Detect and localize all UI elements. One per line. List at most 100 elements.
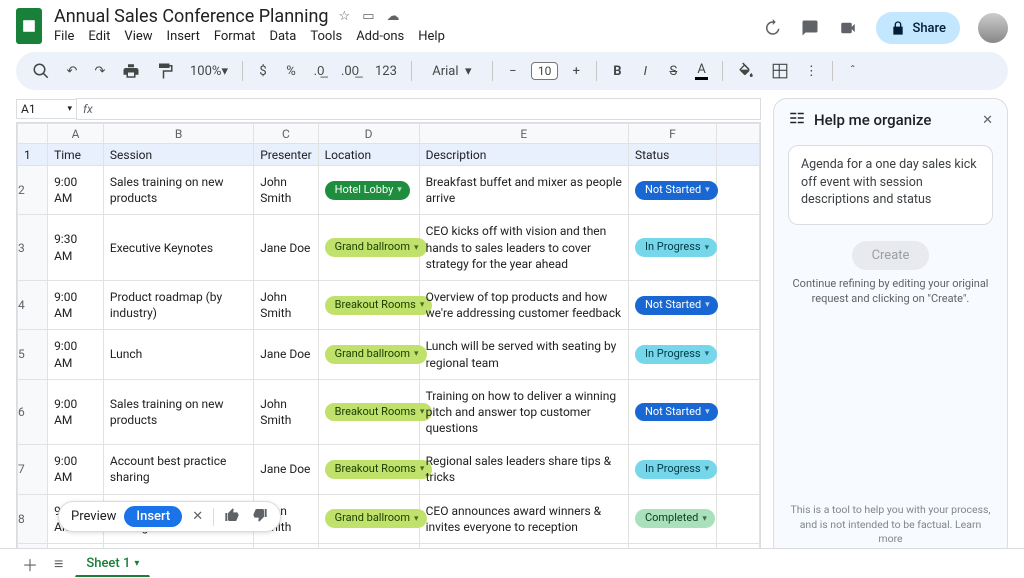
account-avatar[interactable]	[978, 13, 1008, 43]
header-presenter[interactable]: Presenter	[254, 144, 318, 166]
location-chip[interactable]: Grand ballroom▾	[325, 238, 427, 257]
font-family-select[interactable]: Arial ▾	[422, 60, 482, 83]
row-header[interactable]: 3	[18, 215, 48, 281]
cell-time[interactable]: 9:00 AM	[48, 445, 104, 494]
row-header[interactable]: 8	[18, 494, 48, 543]
row-header[interactable]: 1	[18, 144, 48, 166]
cell-status[interactable]: Completed▾	[628, 494, 716, 543]
col-header-E[interactable]: E	[419, 124, 628, 144]
cell-presenter[interactable]: John Smith	[254, 379, 318, 445]
location-chip[interactable]: Hotel Lobby▾	[325, 181, 410, 200]
status-chip[interactable]: Completed▾	[635, 509, 715, 528]
close-sidebar-icon[interactable]: ✕	[982, 113, 993, 128]
prompt-input[interactable]: Agenda for a one day sales kick off even…	[788, 145, 993, 225]
location-chip[interactable]: Grand ballroom▾	[325, 509, 427, 528]
sheet-tab-1[interactable]: Sheet 1▾	[75, 551, 150, 577]
search-icon[interactable]	[28, 58, 54, 84]
text-color-icon[interactable]: A	[691, 58, 711, 84]
select-all-cell[interactable]	[18, 124, 48, 144]
row-header[interactable]: 2	[18, 166, 48, 215]
increase-font-icon[interactable]: +	[566, 60, 586, 83]
add-sheet-icon[interactable]: ＋	[18, 552, 42, 576]
status-chip[interactable]: In Progress▾	[635, 460, 717, 479]
cell-presenter[interactable]: John Smith	[254, 280, 318, 329]
percent-icon[interactable]: %	[281, 60, 301, 83]
cell-location[interactable]: Breakout Rooms▾	[318, 379, 419, 445]
menu-view[interactable]: View	[124, 29, 152, 44]
row-header[interactable]: 7	[18, 445, 48, 494]
paint-format-icon[interactable]	[152, 58, 178, 84]
cell-location[interactable]: Breakout Rooms▾	[318, 445, 419, 494]
all-sheets-icon[interactable]: ≡	[50, 554, 67, 574]
cell-presenter[interactable]: Jane Doe	[254, 330, 318, 379]
cell-status[interactable]: Not Started▾	[628, 166, 716, 215]
cell-session[interactable]: Executive Keynotes	[103, 215, 253, 281]
menu-edit[interactable]: Edit	[88, 29, 110, 44]
row-header[interactable]: 4	[18, 280, 48, 329]
col-header-C[interactable]: C	[254, 124, 318, 144]
italic-icon[interactable]: I	[635, 60, 655, 83]
cell-presenter[interactable]: Jane Doe	[254, 445, 318, 494]
cell-time[interactable]: 9:00 AM	[48, 330, 104, 379]
cell-status[interactable]: In Progress▾	[628, 445, 716, 494]
share-button[interactable]: Share	[876, 12, 960, 44]
row-header[interactable]: 6	[18, 379, 48, 445]
star-icon[interactable]: ☆	[339, 9, 351, 24]
menu-tools[interactable]: Tools	[310, 29, 342, 44]
header-location[interactable]: Location	[318, 144, 419, 166]
status-chip[interactable]: In Progress▾	[635, 345, 717, 364]
strikethrough-icon[interactable]: S	[663, 60, 683, 83]
status-chip[interactable]: In Progress▾	[635, 238, 717, 257]
formula-bar[interactable]: fx	[76, 98, 761, 120]
row-header[interactable]: 5	[18, 330, 48, 379]
cell-session[interactable]: Account best practice sharing	[103, 445, 253, 494]
status-chip[interactable]: Not Started▾	[635, 403, 718, 422]
history-icon[interactable]	[762, 18, 782, 38]
increase-decimal-icon[interactable]: .00̲	[337, 59, 363, 83]
header-status[interactable]: Status	[628, 144, 716, 166]
header-description[interactable]: Description	[419, 144, 628, 166]
move-icon[interactable]: ▭	[362, 9, 374, 24]
cell-location[interactable]: Hotel Lobby▾	[318, 166, 419, 215]
menu-insert[interactable]: Insert	[167, 29, 200, 44]
cell-session[interactable]: Sales training on new products	[103, 166, 253, 215]
menu-file[interactable]: File	[54, 29, 74, 44]
number-format-select[interactable]: 123	[371, 60, 401, 83]
cell-description[interactable]: CEO kicks off with vision and then hands…	[419, 215, 628, 281]
cell-status[interactable]: Not Started▾	[628, 379, 716, 445]
meet-icon[interactable]	[838, 18, 858, 38]
location-chip[interactable]: Breakout Rooms▾	[325, 460, 433, 479]
thumbs-up-icon[interactable]	[222, 507, 242, 527]
header-time[interactable]: Time	[48, 144, 104, 166]
cell-status[interactable]: In Progress▾	[628, 330, 716, 379]
cloud-status-icon[interactable]: ☁	[386, 9, 399, 24]
cell-status[interactable]: Not Started▾	[628, 280, 716, 329]
bold-icon[interactable]: B	[607, 60, 627, 83]
cell-description[interactable]: Training on how to deliver a winning pit…	[419, 379, 628, 445]
cell-location[interactable]: Grand ballroom▾	[318, 215, 419, 281]
cell-time[interactable]: 9:00 AM	[48, 166, 104, 215]
name-box[interactable]: A1▾	[16, 99, 76, 119]
currency-icon[interactable]: $	[253, 60, 273, 83]
location-chip[interactable]: Breakout Rooms▾	[325, 296, 433, 315]
create-button[interactable]: Create	[852, 241, 930, 270]
font-size-input[interactable]: 10	[531, 62, 559, 80]
cell-description[interactable]: Regional sales leaders share tips & tric…	[419, 445, 628, 494]
cell-session[interactable]: Lunch	[103, 330, 253, 379]
cell-location[interactable]: Grand ballroom▾	[318, 330, 419, 379]
undo-icon[interactable]: ↶	[62, 60, 82, 83]
menu-format[interactable]: Format	[214, 29, 256, 44]
print-icon[interactable]	[118, 58, 144, 84]
status-chip[interactable]: Not Started▾	[635, 181, 718, 200]
status-chip[interactable]: Not Started▾	[635, 296, 718, 315]
grid[interactable]: ABCDEF 1 Time Session Presenter Location…	[16, 122, 761, 558]
cell-description[interactable]: CEO announces award winners & invites ev…	[419, 494, 628, 543]
cell-presenter[interactable]: Jane Doe	[254, 215, 318, 281]
more-toolbar-icon[interactable]: ⋮	[801, 60, 822, 83]
col-header-D[interactable]: D	[318, 124, 419, 144]
menu-add-ons[interactable]: Add-ons	[356, 29, 404, 44]
menu-help[interactable]: Help	[418, 29, 445, 44]
col-header-B[interactable]: B	[103, 124, 253, 144]
decrease-decimal-icon[interactable]: .0̲	[309, 59, 329, 83]
cell-time[interactable]: 9:00 AM	[48, 280, 104, 329]
